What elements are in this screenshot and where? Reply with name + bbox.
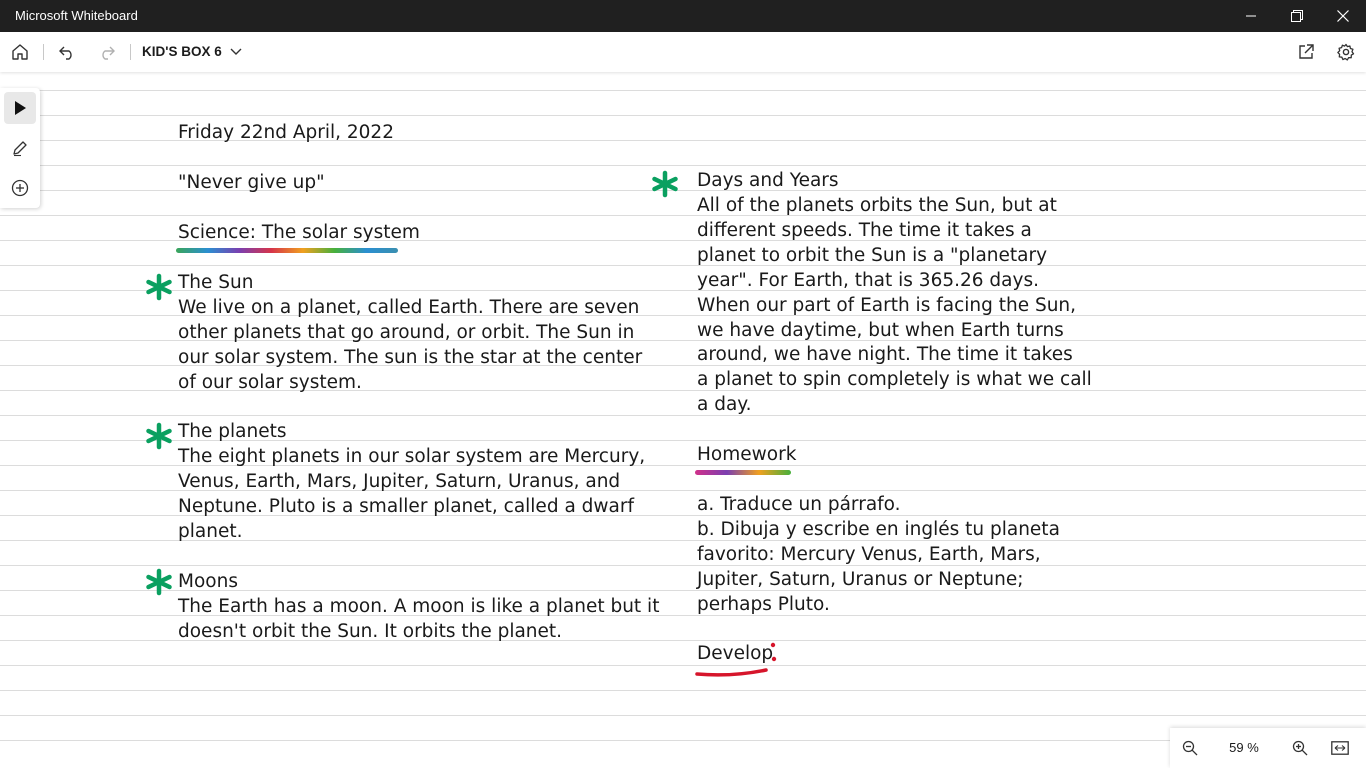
sun-body: We live on a planet, called Earth. There… — [178, 296, 642, 396]
app-title: Microsoft Whiteboard — [15, 8, 138, 23]
toolbar-divider — [130, 44, 131, 60]
zoom-in-button[interactable] — [1284, 732, 1316, 764]
moons-body: The Earth has a moon. A moon is like a p… — [178, 595, 659, 645]
text-line: All of the planets orbits the Sun, but a… — [697, 195, 1057, 216]
text-line: Venus, Earth, Mars, Jupiter, Saturn, Ura… — [178, 470, 621, 492]
board-name[interactable]: KID'S BOX 6 — [142, 44, 222, 59]
add-button[interactable] — [4, 172, 36, 204]
share-icon — [1299, 44, 1314, 59]
fit-screen-icon — [1331, 741, 1349, 755]
select-tool-button[interactable] — [4, 92, 36, 124]
planets-title: The planets — [178, 421, 287, 442]
text-line: favorito: Mercury Venus, Earth, Mars, — [697, 543, 1041, 565]
home-button[interactable] — [2, 32, 38, 72]
sun-title: The Sun — [178, 272, 254, 293]
redo-icon — [102, 46, 115, 60]
rainbow-underline — [176, 248, 398, 253]
restore-button[interactable] — [1274, 0, 1320, 32]
pointer-icon — [15, 101, 26, 115]
text-line: When our part of Earth is facing the Sun… — [697, 294, 1077, 316]
fit-to-screen-button[interactable] — [1324, 732, 1356, 764]
minimize-button[interactable] — [1228, 0, 1274, 32]
plus-circle-icon — [11, 179, 29, 197]
date-text: Friday 22nd April, 2022 — [178, 122, 394, 143]
colon-mark — [770, 642, 777, 662]
home-icon — [12, 44, 28, 60]
text-line: Jupiter, Saturn, Uranus or Neptune; — [697, 568, 1024, 590]
homework-body: a. Traduce un párrafo. b. Dibuja y escri… — [697, 493, 1060, 618]
text-line: year". For Earth, that is 365.26 days. — [697, 269, 1039, 291]
text-line: Neptune. Pluto is a smaller planet, call… — [178, 495, 634, 517]
close-icon — [1337, 10, 1349, 22]
green-star-icon — [652, 170, 678, 198]
minimize-icon — [1246, 15, 1256, 17]
planets-body: The eight planets in our solar system ar… — [178, 445, 645, 545]
toolbar-divider — [43, 44, 44, 60]
undo-icon — [59, 46, 72, 60]
text-line: other planets that go around, or orbit. … — [178, 321, 635, 343]
settings-button[interactable] — [1328, 32, 1364, 72]
app-toolbar: KID'S BOX 6 — [0, 32, 1366, 72]
text-line: our solar system. The sun is the star at… — [178, 346, 643, 368]
zoom-level: 59 % — [1229, 740, 1259, 755]
text-line: b. Dibuja y escribe en inglés tu planeta — [697, 518, 1060, 540]
gear-icon — [1337, 43, 1355, 61]
text-line: of our solar system. — [178, 371, 362, 393]
pen-tool-button[interactable] — [4, 132, 36, 164]
moons-title: Moons — [178, 571, 238, 592]
text-line: different speeds. The time it takes a — [697, 219, 1032, 241]
text-line: perhaps Pluto. — [697, 593, 830, 615]
restore-icon — [1291, 10, 1303, 22]
homework-title: Homework — [697, 444, 797, 465]
text-line: planet. — [178, 520, 243, 542]
text-line: a. Traduce un párrafo. — [697, 494, 901, 515]
green-star-icon — [146, 568, 172, 596]
undo-button[interactable] — [49, 32, 85, 72]
green-star-icon — [146, 273, 172, 301]
green-star-icon — [146, 422, 172, 450]
zoom-in-icon — [1292, 740, 1308, 756]
redo-button[interactable] — [89, 32, 125, 72]
title-bar: Microsoft Whiteboard — [0, 0, 1366, 32]
chevron-down-icon — [230, 48, 242, 55]
text-line: The Earth has a moon. A moon is like a p… — [178, 596, 660, 617]
text-line: a planet to spin completely is what we c… — [697, 369, 1092, 391]
board-menu-button[interactable] — [218, 32, 254, 72]
zoom-out-button[interactable] — [1174, 732, 1206, 764]
pen-icon — [13, 141, 27, 157]
zoom-out-icon — [1182, 740, 1198, 756]
days-body: All of the planets orbits the Sun, but a… — [697, 194, 1092, 418]
motto-text: "Never give up" — [178, 172, 325, 193]
share-button[interactable] — [1288, 32, 1324, 72]
text-line: around, we have night. The time it takes — [697, 344, 1073, 366]
homework-underline — [695, 470, 791, 475]
text-line: planet to orbit the Sun is a "planetary — [697, 244, 1048, 266]
text-line: we have daytime, but when Earth turns — [697, 319, 1064, 341]
text-line: We live on a planet, called Earth. There… — [178, 297, 640, 318]
text-line: The eight planets in our solar system ar… — [178, 446, 646, 467]
days-title: Days and Years — [697, 170, 839, 191]
zoom-bar: 59 % — [1170, 728, 1366, 768]
subject-heading: Science: The solar system — [178, 222, 420, 243]
text-line: doesn't orbit the Sun. It orbits the pla… — [178, 620, 563, 642]
close-button[interactable] — [1320, 0, 1366, 32]
text-line: a day. — [697, 394, 752, 416]
develop-title: Develop — [697, 643, 774, 664]
tool-rail — [0, 88, 40, 208]
develop-underline — [695, 668, 768, 677]
